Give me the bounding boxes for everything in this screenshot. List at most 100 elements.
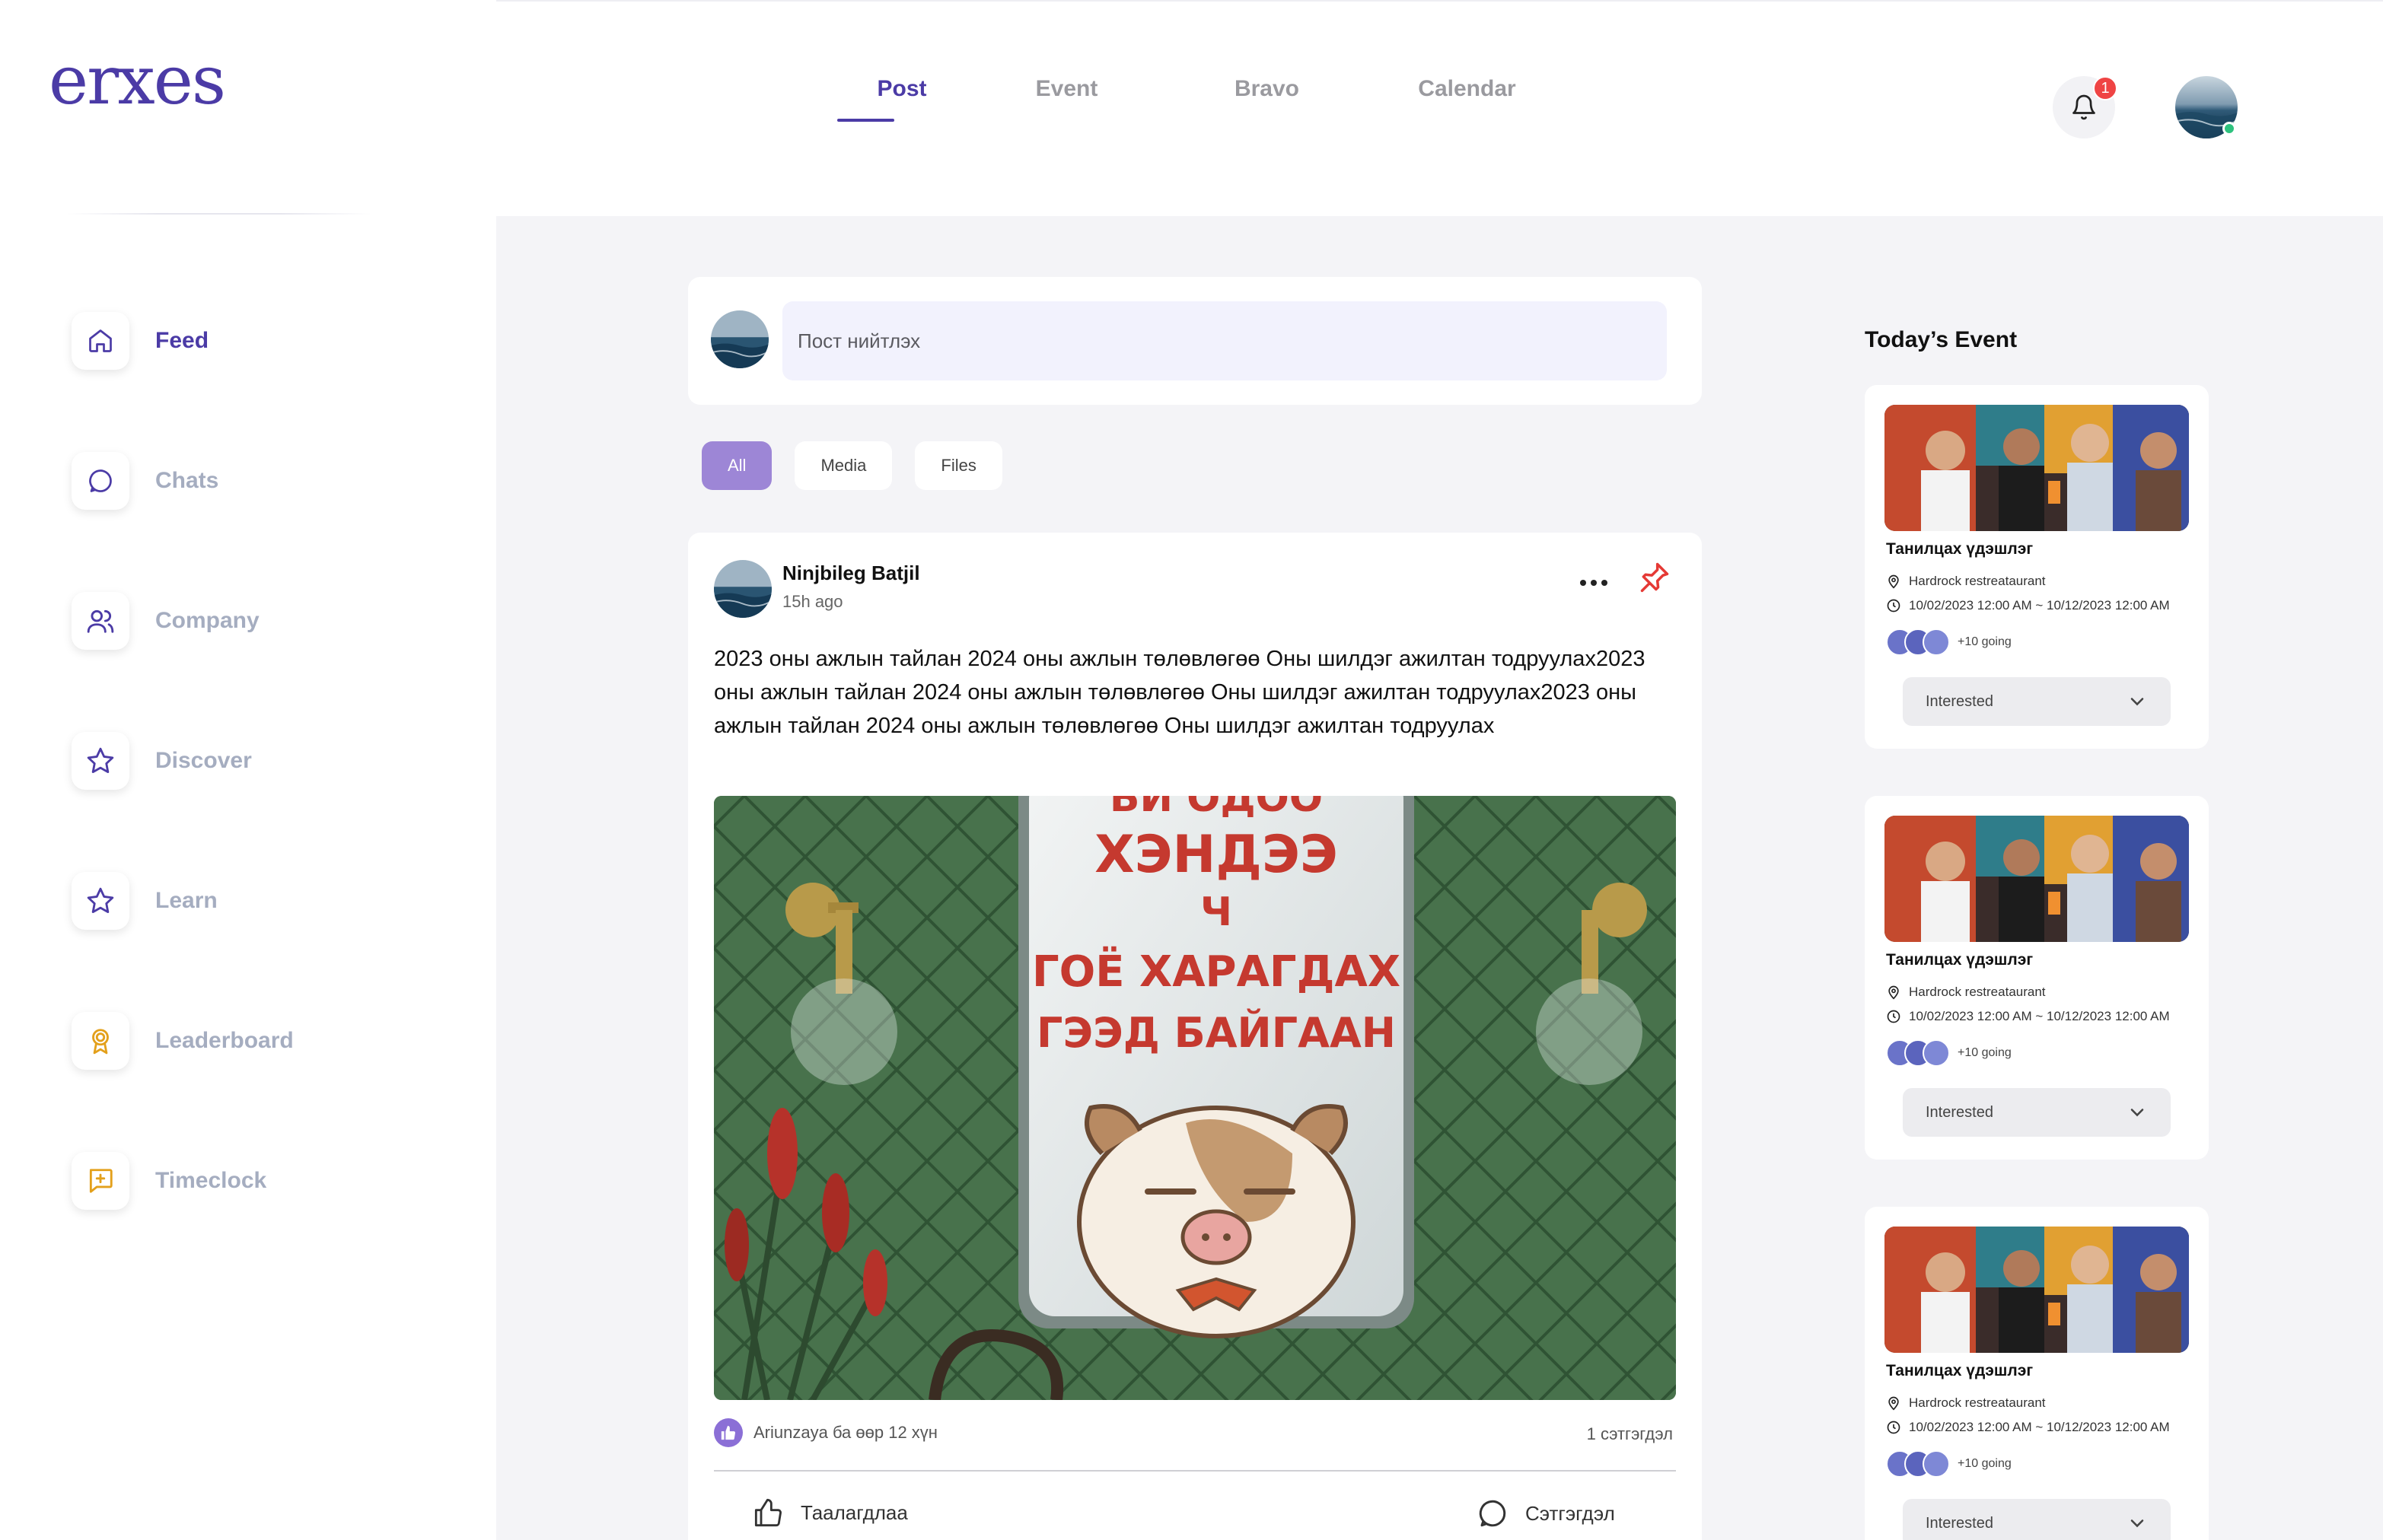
event-image [1884,816,2189,942]
nav-icon-box [72,592,129,650]
comments-count[interactable]: 1 сэтгэгдэл [1587,1424,1673,1444]
interested-label: Interested [1926,1514,1993,1532]
post-timestamp: 15h ago [782,592,843,611]
avatar [711,310,769,368]
event-card[interactable]: Танилцах үдэшлэг Hardrock restreataurant… [1865,796,2209,1160]
sidebar-item-feed[interactable]: Feed [72,312,209,370]
filter-files[interactable]: Files [915,441,1002,490]
attendee-avatar [1923,628,1950,656]
top-tabs: Post Event Bravo Calendar [837,76,1567,122]
event-time: 10/02/2023 12:00 AM ~ 10/12/2023 12:00 A… [1886,1420,2170,1435]
event-attendees[interactable]: +10 going [1886,628,2012,656]
sidebar-item-learn[interactable]: Learn [72,872,218,930]
more-options-button[interactable] [1571,568,1617,598]
event-time-text: 10/02/2023 12:00 AM ~ 10/12/2023 12:00 A… [1909,1009,2170,1023]
home-icon [89,329,112,352]
tab-post[interactable]: Post [837,76,967,122]
comment-button[interactable]: Сэтгэгдэл [1477,1497,1615,1529]
like-label: Таалагдлаа [801,1500,908,1524]
sidebar-item-label: Company [155,608,260,633]
like-button[interactable]: Таалагдлаа [753,1497,908,1528]
event-attendees[interactable]: +10 going [1886,1039,2012,1067]
online-status-dot [2222,122,2236,135]
pin-icon [1640,562,1669,593]
post-author-name[interactable]: Ninjbileg Batjil [782,562,920,585]
image-text-line: ХЭНДЭЭ [1094,825,1338,885]
users-icon [87,609,114,633]
chevron-down-icon [2130,1109,2144,1117]
image-text-line: Ч [1200,889,1232,935]
feed-filters: All Media Files [702,441,1002,490]
sidebar-item-label: Feed [155,328,209,353]
thumbs-up-icon [721,1425,736,1440]
event-location: Hardrock restreataurant [1886,985,2046,1000]
event-card[interactable]: Танилцах үдэшлэг Hardrock restreataurant… [1865,385,2209,749]
attendee-avatar [1923,1039,1950,1067]
event-location-text: Hardrock restreataurant [1909,985,2046,999]
comment-label: Сэтгэгдэл [1525,1501,1615,1525]
filter-all[interactable]: All [702,441,773,490]
location-pin-icon [1888,1396,1899,1411]
sidebar-item-leaderboard[interactable]: Leaderboard [72,1012,294,1070]
interested-label: Interested [1926,692,1993,710]
location-pin-icon [1888,985,1899,1000]
interested-dropdown[interactable]: Interested [1903,677,2171,726]
image-text-line: ГЭЭД БАЙГААН [1037,1009,1396,1057]
filter-media[interactable]: Media [795,441,893,490]
tab-calendar[interactable]: Calendar [1367,76,1567,122]
nav-icon-box [72,312,129,370]
star-icon [87,887,114,913]
sidebar-item-discover[interactable]: Discover [72,732,252,790]
tab-event[interactable]: Event [967,76,1167,122]
erxes-logo[interactable]: erxes [49,47,226,114]
event-location-text: Hardrock restreataurant [1909,1395,2046,1410]
sidebar-item-timeclock[interactable]: Timeclock [72,1152,266,1210]
dot [1591,580,1597,586]
event-name: Танилцах үдэшлэг [1886,540,2034,558]
nav-icon-box [72,872,129,930]
event-image [1884,1227,2189,1353]
going-count: +10 going [1958,635,2012,648]
image-text-line: БИ ОДОО [1110,796,1323,821]
interested-dropdown[interactable]: Interested [1903,1499,2171,1540]
clock-icon [1887,599,1900,612]
event-name: Танилцах үдэшлэг [1886,1362,2034,1379]
event-time: 10/02/2023 12:00 AM ~ 10/12/2023 12:00 A… [1886,1009,2170,1024]
post-image[interactable]: БИ ОДОО ХЭНДЭЭ Ч ГОЁ ХАРАГДАХ ГЭЭД БАЙГА… [714,796,1676,1400]
event-card[interactable]: Танилцах үдэшлэг Hardrock restreataurant… [1865,1207,2209,1540]
image-text-line: ГОЁ ХАРАГДАХ [1032,947,1400,997]
post-body-text: 2023 оны ажлын тайлан 2024 оны ажлын төл… [714,647,1645,738]
event-image [1884,405,2189,531]
event-location: Hardrock restreataurant [1886,574,2046,589]
dot [1580,580,1586,586]
clock-icon [1887,1010,1900,1023]
post-reactions[interactable]: Ariunzaya ба өөр 12 хүн [714,1418,938,1447]
nav-icon-box [72,732,129,790]
tab-bravo[interactable]: Bravo [1167,76,1367,122]
nav-icon-box [72,1152,129,1210]
bell-icon [2072,94,2095,120]
pin-button[interactable] [1638,560,1676,598]
events-section-title: Today’s Event [1865,327,2018,352]
event-location: Hardrock restreataurant [1886,1395,2046,1411]
avatar[interactable] [714,560,772,618]
chevron-down-icon [2130,1519,2144,1528]
event-location-text: Hardrock restreataurant [1909,574,2046,588]
award-icon [92,1029,109,1055]
like-badge [714,1418,743,1447]
sidebar-item-company[interactable]: Company [72,592,260,650]
interested-dropdown[interactable]: Interested [1903,1088,2171,1137]
going-count: +10 going [1958,1046,2012,1059]
comment-icon [1479,1500,1506,1527]
top-border [496,0,2383,2]
sidebar-item-label: Leaderboard [155,1028,294,1053]
post-composer-input[interactable] [782,301,1667,380]
clock-icon [1887,1421,1900,1434]
sidebar-item-chats[interactable]: Chats [72,452,218,510]
event-time-text: 10/02/2023 12:00 AM ~ 10/12/2023 12:00 A… [1909,598,2170,612]
going-count: +10 going [1958,1457,2012,1470]
dot [1601,580,1607,586]
event-attendees[interactable]: +10 going [1886,1450,2012,1478]
nav-icon-box [72,1012,129,1070]
notification-badge: 1 [2093,76,2117,100]
